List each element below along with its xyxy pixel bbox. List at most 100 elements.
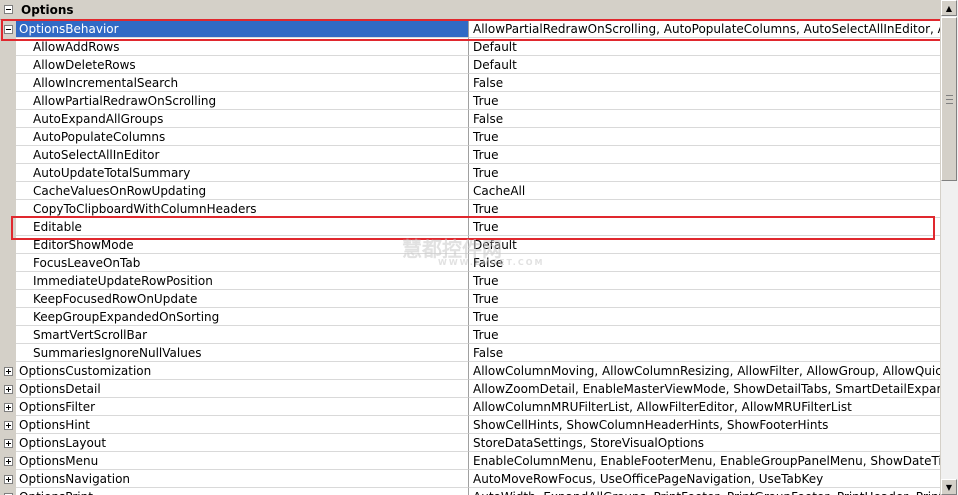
- property-row[interactable]: AutoExpandAllGroups False: [0, 110, 941, 128]
- property-value[interactable]: True: [469, 272, 941, 290]
- expand-icon[interactable]: [3, 402, 13, 412]
- property-name[interactable]: AllowDeleteRows: [16, 56, 469, 74]
- property-value[interactable]: True: [469, 92, 941, 110]
- property-name[interactable]: KeepFocusedRowOnUpdate: [16, 290, 469, 308]
- property-row[interactable]: FocusLeaveOnTab False: [0, 254, 941, 272]
- property-name[interactable]: AutoPopulateColumns: [16, 128, 469, 146]
- property-value[interactable]: False: [469, 74, 941, 92]
- property-row[interactable]: OptionsMenu EnableColumnMenu, EnableFoote…: [0, 452, 941, 470]
- property-row[interactable]: OptionsHint ShowCellHints, ShowColumnHead…: [0, 416, 941, 434]
- property-name[interactable]: OptionsLayout: [16, 434, 469, 452]
- row-gutter: [0, 452, 16, 470]
- row-gutter: [0, 56, 16, 74]
- property-name[interactable]: SmartVertScrollBar: [16, 326, 469, 344]
- property-row[interactable]: OptionsBehavior AllowPartialRedrawOnScrol…: [0, 20, 941, 38]
- property-value[interactable]: Default: [469, 38, 941, 56]
- property-row[interactable]: ImmediateUpdateRowPosition True: [0, 272, 941, 290]
- property-row[interactable]: OptionsCustomization AllowColumnMoving, A…: [0, 362, 941, 380]
- property-value[interactable]: True: [469, 164, 941, 182]
- property-name[interactable]: OptionsHint: [16, 416, 469, 434]
- collapse-icon[interactable]: [3, 24, 13, 34]
- row-gutter: [0, 398, 16, 416]
- property-name[interactable]: OptionsDetail: [16, 380, 469, 398]
- property-value[interactable]: AllowZoomDetail, EnableMasterViewMode, S…: [469, 380, 941, 398]
- property-row[interactable]: AllowPartialRedrawOnScrolling True: [0, 92, 941, 110]
- vertical-scrollbar[interactable]: ▲ ▼: [940, 0, 958, 495]
- property-row[interactable]: SmartVertScrollBar True: [0, 326, 941, 344]
- property-row[interactable]: AutoPopulateColumns True: [0, 128, 941, 146]
- property-name[interactable]: Editable: [16, 218, 469, 236]
- expand-icon[interactable]: [3, 384, 13, 394]
- property-name[interactable]: OptionsFilter: [16, 398, 469, 416]
- property-value[interactable]: AllowPartialRedrawOnScrolling, AutoPopul…: [469, 20, 941, 38]
- property-row[interactable]: Editable True: [0, 218, 941, 236]
- property-value[interactable]: Default: [469, 236, 941, 254]
- property-row[interactable]: AutoUpdateTotalSummary True: [0, 164, 941, 182]
- property-name[interactable]: KeepGroupExpandedOnSorting: [16, 308, 469, 326]
- property-name[interactable]: OptionsCustomization: [16, 362, 469, 380]
- property-row[interactable]: KeepFocusedRowOnUpdate True: [0, 290, 941, 308]
- property-value[interactable]: ShowCellHints, ShowColumnHeaderHints, Sh…: [469, 416, 941, 434]
- property-row[interactable]: OptionsNavigation AutoMoveRowFocus, UseOf…: [0, 470, 941, 488]
- property-value[interactable]: AutoMoveRowFocus, UseOfficePageNavigatio…: [469, 470, 941, 488]
- property-name[interactable]: AutoUpdateTotalSummary: [16, 164, 469, 182]
- property-name[interactable]: AllowPartialRedrawOnScrolling: [16, 92, 469, 110]
- expand-icon[interactable]: [3, 474, 13, 484]
- property-name[interactable]: AllowIncrementalSearch: [16, 74, 469, 92]
- property-value[interactable]: False: [469, 110, 941, 128]
- property-value[interactable]: False: [469, 344, 941, 362]
- property-value[interactable]: AutoWidth, ExpandAllGroups, PrintFooter,…: [469, 488, 941, 495]
- property-value[interactable]: True: [469, 326, 941, 344]
- property-value[interactable]: StoreDataSettings, StoreVisualOptions: [469, 434, 941, 452]
- property-name[interactable]: OptionsNavigation: [16, 470, 469, 488]
- property-value[interactable]: False: [469, 254, 941, 272]
- property-name[interactable]: AutoSelectAllInEditor: [16, 146, 469, 164]
- property-row[interactable]: KeepGroupExpandedOnSorting True: [0, 308, 941, 326]
- property-value[interactable]: CacheAll: [469, 182, 941, 200]
- property-row[interactable]: OptionsFilter AllowColumnMRUFilterList, A…: [0, 398, 941, 416]
- property-row[interactable]: AllowDeleteRows Default: [0, 56, 941, 74]
- property-row[interactable]: CacheValuesOnRowUpdating CacheAll: [0, 182, 941, 200]
- property-row[interactable]: OptionsDetail AllowZoomDetail, EnableMast…: [0, 380, 941, 398]
- scroll-thumb[interactable]: [941, 17, 957, 181]
- scroll-up-button[interactable]: ▲: [941, 0, 957, 16]
- collapse-icon[interactable]: [3, 5, 13, 14]
- category-row-options[interactable]: Options: [0, 0, 941, 20]
- property-name[interactable]: OptionsMenu: [16, 452, 469, 470]
- expand-icon[interactable]: [3, 438, 13, 448]
- property-name[interactable]: CopyToClipboardWithColumnHeaders: [16, 200, 469, 218]
- property-value[interactable]: AllowColumnMoving, AllowColumnResizing, …: [469, 362, 941, 380]
- property-row[interactable]: OptionsPrintAutoWidth, ExpandAllGroups, …: [0, 488, 941, 495]
- property-name[interactable]: FocusLeaveOnTab: [16, 254, 469, 272]
- property-row[interactable]: AllowIncrementalSearch False: [0, 74, 941, 92]
- property-name[interactable]: ImmediateUpdateRowPosition: [16, 272, 469, 290]
- property-name[interactable]: EditorShowMode: [16, 236, 469, 254]
- property-value[interactable]: True: [469, 218, 941, 236]
- property-row[interactable]: AutoSelectAllInEditor True: [0, 146, 941, 164]
- property-row[interactable]: CopyToClipboardWithColumnHeaders True: [0, 200, 941, 218]
- property-name[interactable]: SummariesIgnoreNullValues: [16, 344, 469, 362]
- property-name[interactable]: OptionsBehavior: [16, 20, 469, 38]
- property-name[interactable]: OptionsPrint: [16, 488, 469, 495]
- scroll-down-button[interactable]: ▼: [941, 479, 957, 495]
- property-value[interactable]: True: [469, 146, 941, 164]
- property-name[interactable]: AutoExpandAllGroups: [16, 110, 469, 128]
- expand-icon[interactable]: [3, 366, 13, 376]
- expand-icon[interactable]: [3, 456, 13, 466]
- property-row[interactable]: SummariesIgnoreNullValues False: [0, 344, 941, 362]
- property-value[interactable]: True: [469, 128, 941, 146]
- property-value[interactable]: EnableColumnMenu, EnableFooterMenu, Enab…: [469, 452, 941, 470]
- row-gutter: [0, 200, 16, 218]
- property-value[interactable]: True: [469, 290, 941, 308]
- property-row[interactable]: AllowAddRows Default: [0, 38, 941, 56]
- property-value[interactable]: True: [469, 200, 941, 218]
- expand-icon[interactable]: [3, 420, 13, 430]
- property-value[interactable]: AllowColumnMRUFilterList, AllowFilterEdi…: [469, 398, 941, 416]
- row-gutter: [0, 38, 16, 56]
- property-value[interactable]: True: [469, 308, 941, 326]
- property-row[interactable]: OptionsLayout StoreDataSettings, StoreVis…: [0, 434, 941, 452]
- property-name[interactable]: CacheValuesOnRowUpdating: [16, 182, 469, 200]
- property-row[interactable]: EditorShowMode Default: [0, 236, 941, 254]
- property-name[interactable]: AllowAddRows: [16, 38, 469, 56]
- property-value[interactable]: Default: [469, 56, 941, 74]
